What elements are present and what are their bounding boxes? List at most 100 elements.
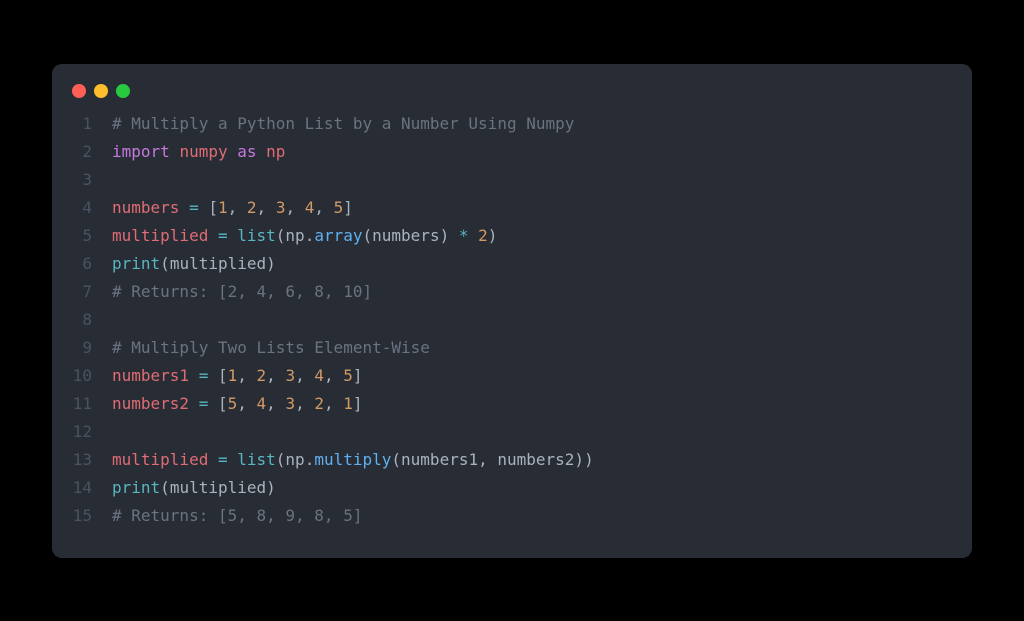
- token-builtin: print: [112, 478, 160, 497]
- code-line: 12: [72, 422, 952, 450]
- token-bracket: ): [488, 226, 498, 245]
- token-plain: [208, 394, 218, 413]
- maximize-icon[interactable]: [116, 84, 130, 98]
- minimize-icon[interactable]: [94, 84, 108, 98]
- token-plain: np: [285, 226, 304, 245]
- token-plain: multiplied: [170, 254, 266, 273]
- token-punct: ,: [257, 198, 276, 217]
- token-func: multiply: [314, 450, 391, 469]
- code-content: import numpy as np: [112, 142, 285, 161]
- token-punct: ,: [295, 366, 314, 385]
- token-plain: [469, 226, 479, 245]
- token-plain: [179, 198, 189, 217]
- token-punct: ,: [228, 198, 247, 217]
- token-plain: [257, 142, 267, 161]
- token-bracket: ): [266, 478, 276, 497]
- token-variable: numbers1: [112, 366, 189, 385]
- token-builtin: list: [237, 450, 276, 469]
- code-content: # Returns: [2, 4, 6, 8, 10]: [112, 282, 372, 301]
- token-number: 2: [314, 394, 324, 413]
- token-punct: .: [305, 450, 315, 469]
- token-punct: ,: [237, 366, 256, 385]
- token-plain: numbers2: [497, 450, 574, 469]
- line-number: 7: [72, 282, 112, 301]
- token-number: 4: [257, 394, 267, 413]
- token-variable: numbers: [112, 198, 179, 217]
- token-bracket: ): [574, 450, 584, 469]
- token-number: 1: [218, 198, 228, 217]
- line-number: 13: [72, 450, 112, 469]
- code-content: numbers = [1, 2, 3, 4, 5]: [112, 198, 353, 217]
- window-titlebar: [52, 84, 972, 114]
- code-window: 1# Multiply a Python List by a Number Us…: [52, 64, 972, 558]
- code-line: 11numbers2 = [5, 4, 3, 2, 1]: [72, 394, 952, 422]
- token-bracket: (: [276, 226, 286, 245]
- code-line: 2import numpy as np: [72, 142, 952, 170]
- token-bracket: [: [218, 366, 228, 385]
- token-plain: [170, 142, 180, 161]
- line-number: 6: [72, 254, 112, 273]
- code-content: numbers1 = [1, 2, 3, 4, 5]: [112, 366, 363, 385]
- token-punct: .: [305, 226, 315, 245]
- token-punct: ,: [478, 450, 497, 469]
- line-number: 9: [72, 338, 112, 357]
- token-builtin: print: [112, 254, 160, 273]
- token-bracket: [: [218, 394, 228, 413]
- code-line: 1# Multiply a Python List by a Number Us…: [72, 114, 952, 142]
- token-operator: =: [218, 226, 228, 245]
- code-content: # Multiply Two Lists Element-Wise: [112, 338, 430, 357]
- token-plain: [189, 394, 199, 413]
- token-variable: multiplied: [112, 450, 208, 469]
- token-punct: ,: [266, 366, 285, 385]
- token-bracket: ): [584, 450, 594, 469]
- token-builtin: list: [237, 226, 276, 245]
- token-comment: # Multiply Two Lists Element-Wise: [112, 338, 430, 357]
- token-punct: ,: [266, 394, 285, 413]
- token-punct: ,: [295, 394, 314, 413]
- code-content: # Returns: [5, 8, 9, 8, 5]: [112, 506, 362, 525]
- token-plain: [199, 198, 209, 217]
- code-line: 14print(multiplied): [72, 478, 952, 506]
- code-line: 6print(multiplied): [72, 254, 952, 282]
- token-plain: [208, 366, 218, 385]
- token-number: 2: [478, 226, 488, 245]
- line-number: 1: [72, 114, 112, 133]
- code-line: 10numbers1 = [1, 2, 3, 4, 5]: [72, 366, 952, 394]
- token-operator: =: [199, 394, 209, 413]
- token-comment: # Returns: [2, 4, 6, 8, 10]: [112, 282, 372, 301]
- token-punct: ,: [314, 198, 333, 217]
- token-operator: *: [459, 226, 469, 245]
- token-punct: ,: [237, 394, 256, 413]
- token-variable: multiplied: [112, 226, 208, 245]
- token-plain: [228, 226, 238, 245]
- token-keyword: import: [112, 142, 170, 161]
- token-number: 1: [343, 394, 353, 413]
- token-module: np: [266, 142, 285, 161]
- token-bracket: ): [440, 226, 450, 245]
- token-plain: numbers: [372, 226, 439, 245]
- token-operator: =: [199, 366, 209, 385]
- code-line: 8: [72, 310, 952, 338]
- token-bracket: (: [160, 254, 170, 273]
- token-bracket: ]: [343, 198, 353, 217]
- token-punct: ,: [285, 198, 304, 217]
- token-operator: =: [189, 198, 199, 217]
- code-content: print(multiplied): [112, 478, 276, 497]
- token-punct: ,: [324, 366, 343, 385]
- token-number: 5: [334, 198, 344, 217]
- token-number: 3: [285, 394, 295, 413]
- code-line: 3: [72, 170, 952, 198]
- line-number: 3: [72, 170, 112, 189]
- line-number: 11: [72, 394, 112, 413]
- token-number: 4: [314, 366, 324, 385]
- token-number: 3: [285, 366, 295, 385]
- close-icon[interactable]: [72, 84, 86, 98]
- token-number: 5: [228, 394, 238, 413]
- code-line: 5multiplied = list(np.array(numbers) * 2…: [72, 226, 952, 254]
- line-number: 4: [72, 198, 112, 217]
- token-bracket: (: [363, 226, 373, 245]
- code-line: 4numbers = [1, 2, 3, 4, 5]: [72, 198, 952, 226]
- line-number: 14: [72, 478, 112, 497]
- token-keyword: as: [237, 142, 256, 161]
- code-editor[interactable]: 1# Multiply a Python List by a Number Us…: [52, 114, 972, 534]
